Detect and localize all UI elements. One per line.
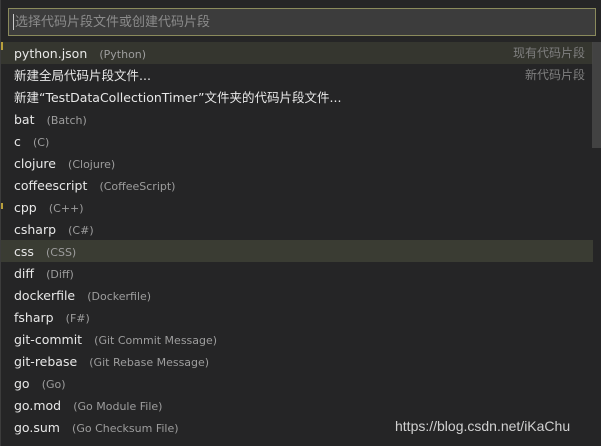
list-item-label: git-rebase: [14, 354, 78, 369]
list-item-description: (Clojure): [68, 158, 116, 171]
list-item-label: 新建全局代码片段文件...: [14, 68, 151, 83]
list-item-new-folder-snippets[interactable]: 新建“TestDataCollectionTimer”文件夹的代码片段文件...: [1, 86, 593, 108]
list-item-description: (C): [32, 136, 50, 149]
snippet-options-list: python.json (Python) 现有代码片段 新建全局代码片段文件..…: [1, 42, 593, 438]
list-item-description: (Git Commit Message): [94, 334, 218, 347]
list-item-label: cpp: [14, 200, 37, 215]
text-cursor: [13, 14, 14, 30]
list-item-label: coffeescript: [14, 178, 88, 193]
list-item-description: (Dockerfile): [87, 290, 152, 303]
list-item-label: css: [14, 244, 34, 259]
list-item-cpp[interactable]: cpp (C++): [1, 196, 593, 218]
list-item-description: (F#): [65, 312, 90, 325]
list-item-label: go.mod: [14, 398, 62, 413]
list-item-label: python.json: [14, 46, 88, 61]
list-item-git-rebase[interactable]: git-rebase (Git Rebase Message): [1, 350, 593, 372]
snippet-filter-box[interactable]: [8, 8, 596, 36]
list-item-label: csharp: [14, 222, 57, 237]
list-item-go[interactable]: go (Go): [1, 372, 593, 394]
list-item-diff[interactable]: diff (Diff): [1, 262, 593, 284]
list-item-go-mod[interactable]: go.mod (Go Module File): [1, 394, 593, 416]
list-item-description: (C#): [68, 224, 94, 237]
list-item-detail: 现有代码片段: [512, 46, 585, 60]
list-item-label: go.sum: [14, 420, 60, 435]
list-item-python-json[interactable]: python.json (Python) 现有代码片段: [1, 42, 593, 64]
list-item-description: (Batch): [46, 114, 87, 127]
list-item-label: clojure: [14, 156, 56, 171]
list-item-label: 新建“TestDataCollectionTimer”文件夹的代码片段文件...: [14, 90, 342, 105]
list-item-fsharp[interactable]: fsharp (F#): [1, 306, 593, 328]
list-item-bat[interactable]: bat (Batch): [1, 108, 593, 130]
list-item-csharp[interactable]: csharp (C#): [1, 218, 593, 240]
list-item-description: (C++): [48, 202, 84, 215]
list-item-clojure[interactable]: clojure (Clojure): [1, 152, 593, 174]
list-item-label: c: [14, 134, 21, 149]
list-item-label: git-commit: [14, 332, 83, 347]
list-item-description: (CSS): [46, 246, 77, 259]
list-item-description: (Python): [99, 48, 147, 61]
list-item-description: (Git Rebase Message): [89, 356, 210, 369]
editor-gutter-marker: [1, 203, 3, 209]
list-item-detail: 新代码片段: [524, 68, 585, 82]
quick-pick-panel: python.json (Python) 现有代码片段 新建全局代码片段文件..…: [0, 0, 601, 446]
list-item-dockerfile[interactable]: dockerfile (Dockerfile): [1, 284, 593, 306]
list-item-coffeescript[interactable]: coffeescript (CoffeeScript): [1, 174, 593, 196]
snippet-filter-input[interactable]: [9, 9, 595, 35]
list-item-description: (CoffeeScript): [99, 180, 176, 193]
list-item-git-commit[interactable]: git-commit (Git Commit Message): [1, 328, 593, 350]
list-item-description: (Go Checksum File): [72, 422, 179, 435]
list-item-c[interactable]: c (C): [1, 130, 593, 152]
list-item-label: diff: [14, 266, 35, 281]
editor-gutter-marker: [1, 42, 3, 50]
list-item-new-global-snippets[interactable]: 新建全局代码片段文件... 新代码片段: [1, 64, 593, 86]
list-item-label: bat: [14, 112, 35, 127]
list-item-css[interactable]: css (CSS): [1, 240, 593, 262]
list-item-label: go: [14, 376, 30, 391]
list-item-description: (Diff): [46, 268, 74, 281]
list-scrollbar[interactable]: [592, 42, 601, 148]
list-item-label: fsharp: [14, 310, 54, 325]
list-item-description: (Go Module File): [73, 400, 163, 413]
list-item-description: (Go): [41, 378, 66, 391]
watermark-text: https://blog.csdn.net/iKaChu: [395, 418, 571, 434]
list-item-label: dockerfile: [14, 288, 76, 303]
